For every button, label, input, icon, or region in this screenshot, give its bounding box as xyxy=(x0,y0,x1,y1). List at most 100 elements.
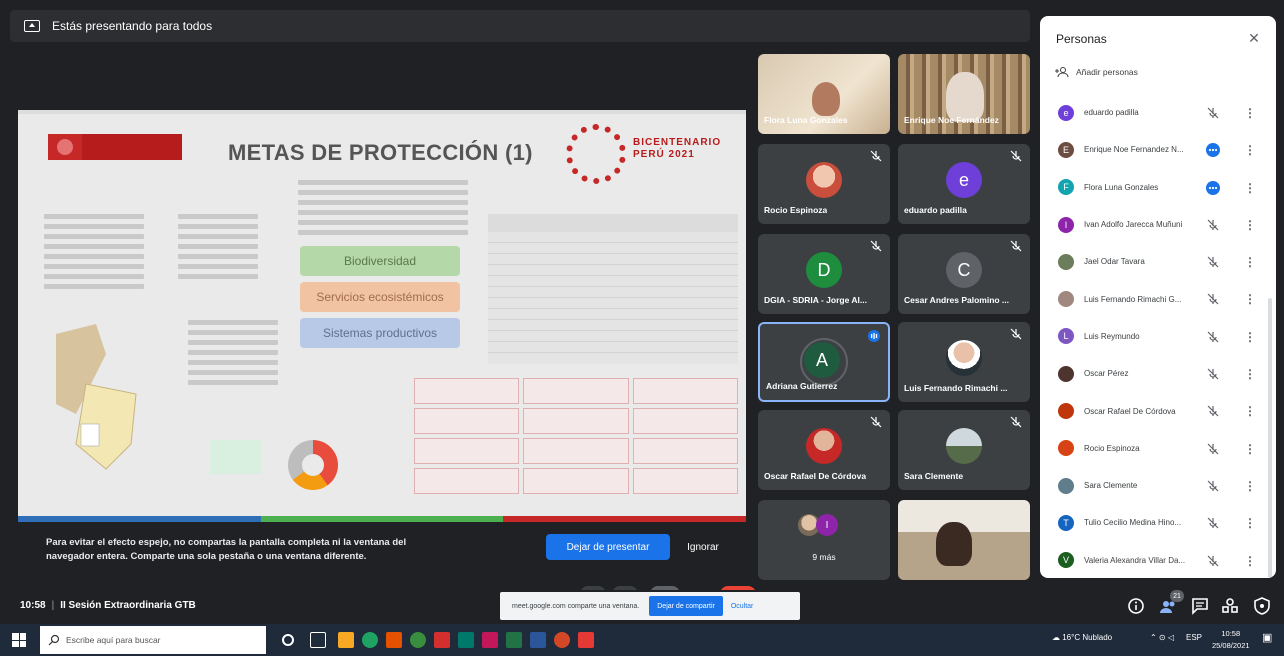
participant-tile[interactable]: e eduardo padilla xyxy=(898,144,1030,224)
mic-off-icon[interactable] xyxy=(1206,218,1220,232)
more-options-icon[interactable]: ⋮ xyxy=(1244,404,1256,418)
avatar xyxy=(1058,291,1074,308)
participant-row[interactable]: Luis Fernando Rimachi G... ⋮ xyxy=(1040,280,1276,317)
participant-name: Sara Clemente xyxy=(1084,481,1138,491)
participant-count-badge: 21 xyxy=(1170,590,1184,602)
participant-row[interactable]: F Flora Luna Gonzales ⋮ xyxy=(1040,169,1276,206)
more-options-icon[interactable]: ⋮ xyxy=(1244,442,1256,456)
slide-donut-chart xyxy=(288,440,338,490)
self-view-tile[interactable] xyxy=(898,500,1030,580)
stop-sharing-button[interactable]: Dejar de compartir xyxy=(649,596,723,616)
mic-off-icon[interactable] xyxy=(1206,554,1220,568)
more-options-icon[interactable]: ⋮ xyxy=(1244,143,1256,157)
participant-name: Ivan Adolfo Jarecca Muñuni xyxy=(1084,220,1183,230)
chrome-icon[interactable] xyxy=(362,632,378,648)
participant-row[interactable]: Oscar Rafael De Córdova ⋮ xyxy=(1040,392,1276,429)
app-icon[interactable] xyxy=(434,632,450,648)
mic-off-icon[interactable] xyxy=(1206,516,1220,530)
close-icon[interactable]: ✕ xyxy=(1246,30,1262,46)
file-explorer-icon[interactable] xyxy=(338,632,354,648)
participant-name: Valeria Alexandra Villar Da... xyxy=(1084,555,1186,565)
people-panel: Personas ✕ Añadir personas e eduardo padi… xyxy=(1040,16,1276,578)
participant-tile[interactable]: C Cesar Andres Palomino ... xyxy=(898,234,1030,314)
more-options-icon[interactable]: ⋮ xyxy=(1244,554,1256,568)
participant-tile[interactable]: Enrique Noe Fernández xyxy=(898,54,1030,134)
slide-table xyxy=(488,214,738,364)
mic-off-icon[interactable] xyxy=(1206,367,1220,381)
app-icon[interactable] xyxy=(482,632,498,648)
more-options-icon[interactable]: ⋮ xyxy=(1244,516,1256,530)
participant-row[interactable]: T Tulio Cecilio Medina Hino... ⋮ xyxy=(1040,504,1276,541)
slide-legend-text xyxy=(298,180,468,240)
mirror-warning-bar: Para evitar el efecto espejo, no compart… xyxy=(18,522,746,586)
mic-off-icon[interactable] xyxy=(1206,442,1220,456)
more-options-icon[interactable]: ⋮ xyxy=(1244,218,1256,232)
add-people-button[interactable]: Añadir personas xyxy=(1054,66,1138,78)
speaking-indicator-icon xyxy=(868,330,880,342)
mic-off-icon[interactable] xyxy=(1206,330,1220,344)
participant-tile[interactable]: Luis Fernando Rimachi ... xyxy=(898,322,1030,402)
participant-row[interactable]: I Ivan Adolfo Jarecca Muñuni ⋮ xyxy=(1040,206,1276,243)
powerpoint-icon[interactable] xyxy=(554,632,570,648)
avatar: I xyxy=(816,514,838,536)
chrome-share-popup: meet.google.com comparte una ventana. De… xyxy=(500,592,800,620)
word-icon[interactable] xyxy=(530,632,546,648)
mic-off-icon[interactable] xyxy=(1206,255,1220,269)
more-participants-tile[interactable]: I 9 más xyxy=(758,500,890,580)
weather-widget[interactable]: ☁ 16°C Nublado xyxy=(1052,633,1112,642)
speaking-indicator-icon[interactable] xyxy=(1206,180,1220,195)
info-icon[interactable] xyxy=(1126,596,1146,616)
hide-button[interactable]: Ocultar xyxy=(731,603,754,610)
taskbar-search[interactable]: Escribe aquí para buscar xyxy=(40,626,266,654)
participant-row[interactable]: E Enrique Noe Fernandez N... ⋮ xyxy=(1040,131,1276,168)
more-options-icon[interactable]: ⋮ xyxy=(1244,181,1256,195)
participant-row[interactable]: Jael Odar Tavara ⋮ xyxy=(1040,243,1276,280)
participant-tile[interactable]: Oscar Rafael De Córdova xyxy=(758,410,890,490)
more-options-icon[interactable]: ⋮ xyxy=(1244,255,1256,269)
taskbar-clock[interactable]: 10:58 25/08/2021 xyxy=(1212,628,1250,652)
stop-presenting-button[interactable]: Dejar de presentar xyxy=(546,534,670,560)
language-indicator[interactable]: ESP xyxy=(1186,633,1202,642)
more-options-icon[interactable]: ⋮ xyxy=(1244,292,1256,306)
participant-row[interactable]: V Valeria Alexandra Villar Da... ⋮ xyxy=(1040,542,1276,578)
windows-start-icon[interactable] xyxy=(12,633,26,647)
avatar xyxy=(1058,253,1074,270)
app-icon[interactable] xyxy=(386,632,402,648)
notification-icon[interactable]: ▣ xyxy=(1262,631,1272,644)
excel-icon[interactable] xyxy=(506,632,522,648)
mic-off-icon[interactable] xyxy=(1206,106,1220,120)
ignore-button[interactable]: Ignorar xyxy=(682,534,724,560)
host-controls-icon[interactable] xyxy=(1252,596,1272,616)
app-icon[interactable] xyxy=(410,632,426,648)
mic-off-icon[interactable] xyxy=(1206,404,1220,418)
mic-off-icon[interactable] xyxy=(1206,292,1220,306)
participant-name: Flora Luna Gonzales xyxy=(1084,182,1159,192)
participant-tile[interactable]: Rocio Espinoza xyxy=(758,144,890,224)
participant-row[interactable]: L Luis Reymundo ⋮ xyxy=(1040,318,1276,355)
speaking-indicator-icon[interactable] xyxy=(1206,143,1220,158)
shared-slide: METAS DE PROTECCIÓN (1) BICENTENARIO PER… xyxy=(18,110,746,522)
mic-off-icon[interactable] xyxy=(1206,479,1220,493)
participant-tile[interactable]: Flora Luna Gonzales xyxy=(758,54,890,134)
pill-biodiversidad: Biodiversidad xyxy=(300,246,460,276)
participant-row[interactable]: Rocio Espinoza ⋮ xyxy=(1040,430,1276,467)
participant-row[interactable]: e eduardo padilla ⋮ xyxy=(1040,94,1276,131)
acrobat-icon[interactable] xyxy=(578,632,594,648)
task-view-icon[interactable] xyxy=(310,632,326,648)
more-options-icon[interactable]: ⋮ xyxy=(1244,106,1256,120)
participant-row[interactable]: Sara Clemente ⋮ xyxy=(1040,467,1276,504)
activities-icon[interactable] xyxy=(1220,596,1240,616)
participant-row[interactable]: Oscar Pérez ⋮ xyxy=(1040,355,1276,392)
more-options-icon[interactable]: ⋮ xyxy=(1244,330,1256,344)
cortana-icon[interactable] xyxy=(282,634,294,646)
participant-tile[interactable]: D DGIA - SDRIA - Jorge Al... xyxy=(758,234,890,314)
mic-off-icon xyxy=(870,150,882,162)
more-options-icon[interactable]: ⋮ xyxy=(1244,367,1256,381)
participant-tile[interactable]: Sara Clemente xyxy=(898,410,1030,490)
panel-scrollbar[interactable] xyxy=(1268,298,1272,578)
more-options-icon[interactable]: ⋮ xyxy=(1244,479,1256,493)
participant-tile-speaking[interactable]: A Adriana Gutierrez xyxy=(758,322,890,402)
app-icon[interactable] xyxy=(458,632,474,648)
tray-icons[interactable]: ⌃ ⊙ ◁ xyxy=(1150,633,1174,642)
chat-icon[interactable] xyxy=(1190,596,1210,616)
